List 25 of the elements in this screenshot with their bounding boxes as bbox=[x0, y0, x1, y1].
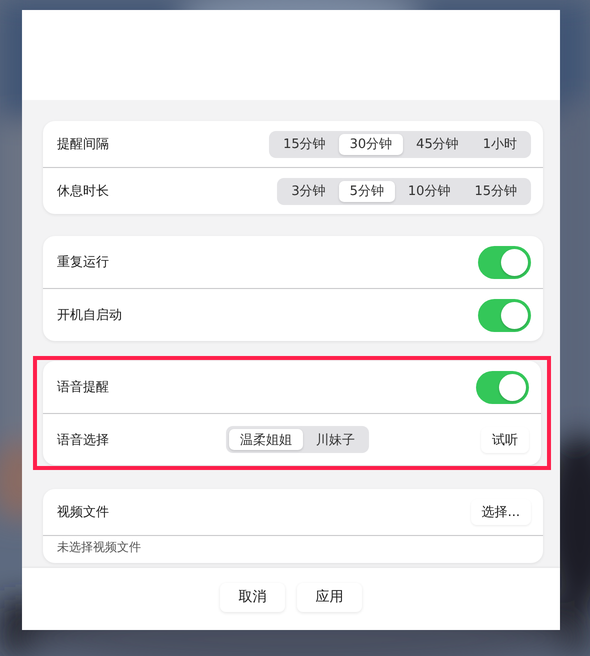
file-status: 未选择视频文件 bbox=[43, 535, 543, 563]
setting-label: 开机自启动 bbox=[57, 307, 122, 324]
setting-label: 提醒间隔 bbox=[57, 136, 109, 153]
segment-option[interactable]: 15分钟 bbox=[463, 180, 528, 202]
segment-option[interactable]: 15分钟 bbox=[272, 134, 337, 154]
toggle-switch[interactable] bbox=[476, 370, 529, 404]
segment-option[interactable]: 温柔姐姐 bbox=[229, 429, 303, 450]
segment-option[interactable]: 1小时 bbox=[472, 134, 528, 154]
preview-button[interactable]: 试听 bbox=[481, 426, 529, 452]
segment-option[interactable]: 10分钟 bbox=[396, 180, 462, 202]
setting-label: 视频文件 bbox=[57, 504, 109, 521]
segment-option[interactable]: 3分钟 bbox=[280, 180, 337, 202]
setting-label: 语音选择 bbox=[57, 432, 109, 448]
apply-button[interactable]: 应用 bbox=[297, 582, 362, 612]
segment-option[interactable]: 5分钟 bbox=[338, 180, 395, 202]
cancel-button[interactable]: 取消 bbox=[220, 582, 285, 612]
segment-option[interactable]: 45分钟 bbox=[405, 134, 470, 154]
toggle-switch[interactable] bbox=[478, 298, 531, 332]
segment-option[interactable]: 川妹子 bbox=[305, 429, 366, 450]
setting-label: 语音提醒 bbox=[57, 379, 109, 396]
choose-button[interactable]: 选择... bbox=[470, 499, 531, 525]
toggle-switch[interactable] bbox=[478, 246, 531, 278]
segment-option[interactable]: 30分钟 bbox=[338, 134, 404, 154]
setting-label: 休息时长 bbox=[57, 183, 109, 200]
setting-label: 重复运行 bbox=[57, 254, 109, 271]
